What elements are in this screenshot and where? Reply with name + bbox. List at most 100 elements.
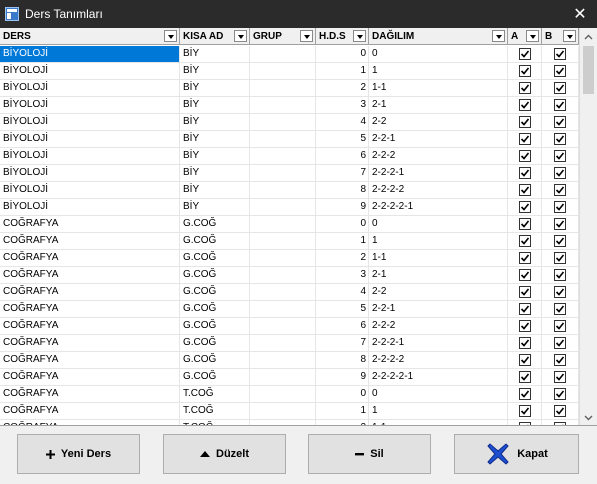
column-filter-dropdown-icon[interactable] — [164, 30, 177, 42]
cell-grup[interactable] — [250, 148, 316, 164]
cell-dagilim[interactable]: 0 — [369, 216, 508, 232]
table-row[interactable]: COĞRAFYA G.COĞ 6 2-2-2 — [0, 318, 579, 335]
cell-hds[interactable]: 1 — [316, 63, 369, 79]
cell-ders[interactable]: COĞRAFYA — [0, 216, 180, 232]
checkbox-b[interactable] — [554, 320, 566, 332]
checkbox-b[interactable] — [554, 252, 566, 264]
checkbox-b[interactable] — [554, 65, 566, 77]
checkbox-b[interactable] — [554, 286, 566, 298]
checkbox-b[interactable] — [554, 354, 566, 366]
checkbox-b[interactable] — [554, 405, 566, 417]
cell-hds[interactable]: 2 — [316, 420, 369, 425]
cell-grup[interactable] — [250, 318, 316, 334]
cell-grup[interactable] — [250, 386, 316, 402]
cell-kisa[interactable]: BİY — [180, 46, 250, 62]
cell-grup[interactable] — [250, 335, 316, 351]
checkbox-b[interactable] — [554, 269, 566, 281]
cell-hds[interactable]: 9 — [316, 199, 369, 215]
cell-grup[interactable] — [250, 267, 316, 283]
column-filter-dropdown-icon[interactable] — [300, 30, 313, 42]
cell-kisa[interactable]: G.COĞ — [180, 318, 250, 334]
cell-ders[interactable]: BİYOLOJİ — [0, 148, 180, 164]
checkbox-a[interactable] — [519, 218, 531, 230]
table-row[interactable]: COĞRAFYA G.COĞ 8 2-2-2-2 — [0, 352, 579, 369]
cell-kisa[interactable]: BİY — [180, 182, 250, 198]
cell-ders[interactable]: COĞRAFYA — [0, 267, 180, 283]
cell-hds[interactable]: 8 — [316, 182, 369, 198]
checkbox-b[interactable] — [554, 167, 566, 179]
cell-grup[interactable] — [250, 114, 316, 130]
cell-kisa[interactable]: G.COĞ — [180, 369, 250, 385]
cell-hds[interactable]: 1 — [316, 233, 369, 249]
checkbox-a[interactable] — [519, 116, 531, 128]
column-filter-dropdown-icon[interactable] — [563, 30, 576, 42]
checkbox-b[interactable] — [554, 218, 566, 230]
table-row[interactable]: COĞRAFYA G.COĞ 0 0 — [0, 216, 579, 233]
column-header-kisa-ad[interactable]: KISA AD — [180, 28, 250, 45]
cell-ders[interactable]: COĞRAFYA — [0, 301, 180, 317]
table-row[interactable]: COĞRAFYA T.COĞ 0 0 — [0, 386, 579, 403]
cell-grup[interactable] — [250, 182, 316, 198]
cell-dagilim[interactable]: 2-2-2-2-1 — [369, 369, 508, 385]
cell-grup[interactable] — [250, 284, 316, 300]
cell-kisa[interactable]: T.COĞ — [180, 386, 250, 402]
checkbox-a[interactable] — [519, 371, 531, 383]
cell-hds[interactable]: 2 — [316, 250, 369, 266]
checkbox-a[interactable] — [519, 252, 531, 264]
cell-ders[interactable]: COĞRAFYA — [0, 335, 180, 351]
cell-grup[interactable] — [250, 352, 316, 368]
table-row[interactable]: BİYOLOJİ BİY 9 2-2-2-2-1 — [0, 199, 579, 216]
edit-button[interactable]: Düzelt — [163, 434, 286, 474]
cell-kisa[interactable]: BİY — [180, 148, 250, 164]
cell-ders[interactable]: COĞRAFYA — [0, 318, 180, 334]
cell-hds[interactable]: 2 — [316, 80, 369, 96]
table-row[interactable]: BİYOLOJİ BİY 0 0 — [0, 46, 579, 63]
cell-grup[interactable] — [250, 80, 316, 96]
checkbox-a[interactable] — [519, 354, 531, 366]
table-row[interactable]: BİYOLOJİ BİY 4 2-2 — [0, 114, 579, 131]
column-header-dagilim[interactable]: DAĞILIM — [369, 28, 508, 45]
cell-hds[interactable]: 9 — [316, 369, 369, 385]
cell-dagilim[interactable]: 2-2-2-2 — [369, 352, 508, 368]
cell-dagilim[interactable]: 2-1 — [369, 267, 508, 283]
cell-ders[interactable]: BİYOLOJİ — [0, 80, 180, 96]
checkbox-a[interactable] — [519, 65, 531, 77]
cell-kisa[interactable]: G.COĞ — [180, 267, 250, 283]
new-lesson-button[interactable]: Yeni Ders — [17, 434, 140, 474]
checkbox-b[interactable] — [554, 133, 566, 145]
cell-kisa[interactable]: G.COĞ — [180, 250, 250, 266]
column-header-b[interactable]: B — [542, 28, 579, 45]
cell-dagilim[interactable]: 2-2-2-2 — [369, 182, 508, 198]
column-header-a[interactable]: A — [508, 28, 542, 45]
cell-hds[interactable]: 7 — [316, 335, 369, 351]
cell-dagilim[interactable]: 2-2 — [369, 284, 508, 300]
cell-hds[interactable]: 3 — [316, 97, 369, 113]
cell-grup[interactable] — [250, 46, 316, 62]
cell-dagilim[interactable]: 0 — [369, 386, 508, 402]
table-row[interactable]: COĞRAFYA G.COĞ 3 2-1 — [0, 267, 579, 284]
lessons-grid[interactable]: DERS KISA AD GRUP H.D.S DAĞILIM A B BİYO… — [0, 28, 597, 426]
cell-kisa[interactable]: BİY — [180, 165, 250, 181]
cell-dagilim[interactable]: 1 — [369, 233, 508, 249]
cell-hds[interactable]: 5 — [316, 301, 369, 317]
cell-dagilim[interactable]: 2-2-1 — [369, 131, 508, 147]
cell-ders[interactable]: COĞRAFYA — [0, 352, 180, 368]
cell-ders[interactable]: BİYOLOJİ — [0, 199, 180, 215]
cell-ders[interactable]: BİYOLOJİ — [0, 114, 180, 130]
cell-hds[interactable]: 6 — [316, 318, 369, 334]
cell-ders[interactable]: BİYOLOJİ — [0, 46, 180, 62]
checkbox-b[interactable] — [554, 337, 566, 349]
close-button[interactable]: Kapat — [454, 434, 579, 474]
cell-dagilim[interactable]: 1 — [369, 63, 508, 79]
cell-dagilim[interactable]: 2-2-2-1 — [369, 165, 508, 181]
cell-hds[interactable]: 8 — [316, 352, 369, 368]
scroll-up-button[interactable] — [580, 28, 597, 45]
checkbox-a[interactable] — [519, 201, 531, 213]
scrollbar-thumb[interactable] — [583, 46, 594, 94]
column-filter-dropdown-icon[interactable] — [526, 30, 539, 42]
checkbox-a[interactable] — [519, 235, 531, 247]
cell-ders[interactable]: BİYOLOJİ — [0, 131, 180, 147]
cell-dagilim[interactable]: 2-2-2 — [369, 318, 508, 334]
cell-ders[interactable]: COĞRAFYA — [0, 233, 180, 249]
vertical-scrollbar[interactable] — [579, 28, 597, 425]
